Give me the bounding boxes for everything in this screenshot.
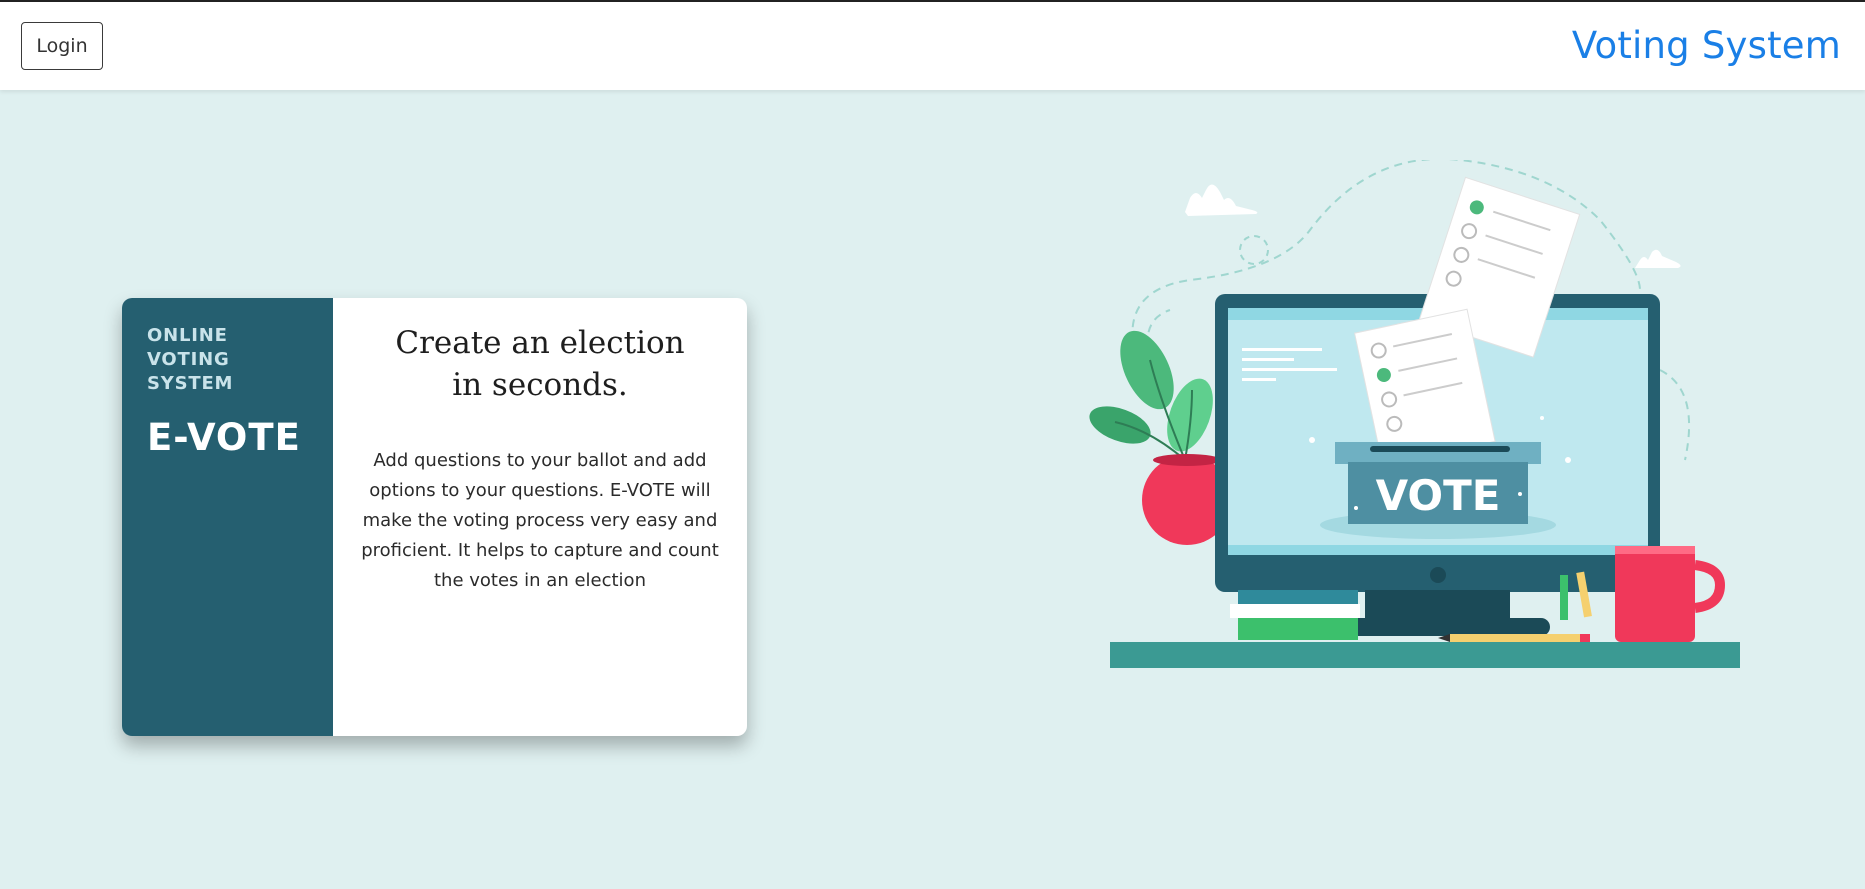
cloud-icon (1185, 184, 1681, 268)
books-icon (1230, 590, 1360, 640)
desk-shelf (1110, 642, 1740, 668)
login-button[interactable]: Login (21, 22, 103, 70)
brand-title[interactable]: Voting System (1572, 24, 1841, 67)
card-title: E-VOTE (147, 416, 301, 459)
intro-card: ONLINE VOTING SYSTEM E-VOTE Create an el… (122, 298, 747, 736)
card-headline: Create an election in seconds. (395, 325, 685, 403)
navbar: Login Voting System (0, 2, 1865, 90)
pencil-icon (1438, 634, 1590, 642)
ballot-box-label: VOTE (1376, 471, 1501, 520)
voting-illustration: VOTE (1080, 157, 1760, 680)
ballot-box-icon: VOTE (1320, 442, 1556, 539)
voting-illustration-image: VOTE (1089, 157, 1740, 668)
plant-icon (1089, 330, 1213, 461)
card-eyebrow: ONLINE VOTING SYSTEM (147, 325, 234, 394)
card-body: Create an election in seconds. Add quest… (333, 298, 747, 736)
card-sidebar: ONLINE VOTING SYSTEM E-VOTE (122, 298, 333, 736)
card-description: Add questions to your ballot and add opt… (361, 450, 719, 591)
mug-icon (1615, 546, 1726, 642)
sticky-note-icon (1560, 575, 1568, 620)
